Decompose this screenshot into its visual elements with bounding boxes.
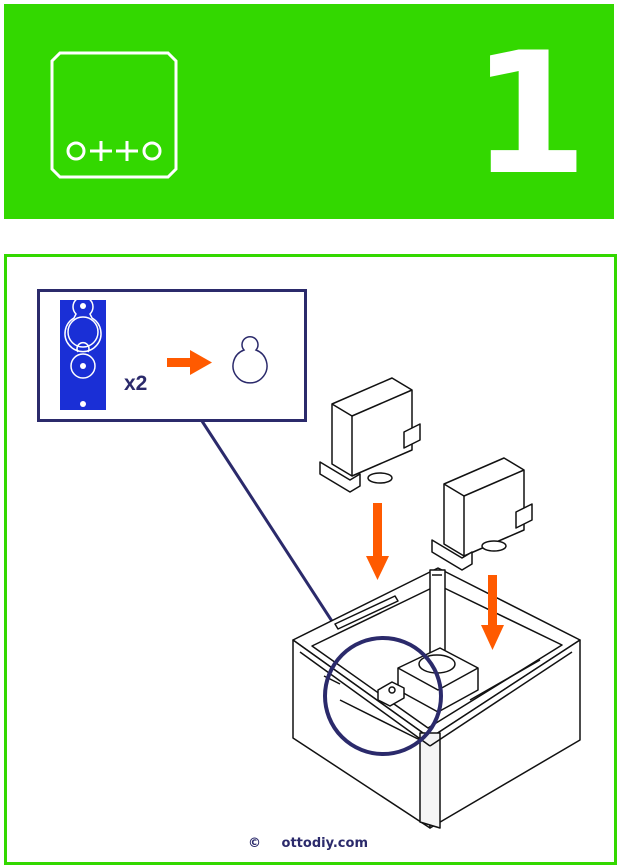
quantity-label: x2	[124, 372, 148, 395]
down-arrow-icon	[366, 503, 389, 580]
inset-detail: x2	[37, 289, 307, 422]
keyhole-shape-icon	[232, 335, 268, 384]
servo-motor-2	[431, 457, 533, 571]
body-box	[292, 567, 581, 829]
assembly-illustration	[198, 377, 581, 829]
servo-top-view-icon	[60, 296, 106, 410]
copyright-credit: © ottodiy.com	[248, 836, 368, 851]
right-arrow-icon	[167, 350, 212, 375]
site-name: ottodiy.com	[281, 836, 368, 851]
callout-line	[198, 417, 354, 653]
servo-motor-1	[319, 377, 421, 493]
copyright-symbol: ©	[248, 836, 261, 851]
